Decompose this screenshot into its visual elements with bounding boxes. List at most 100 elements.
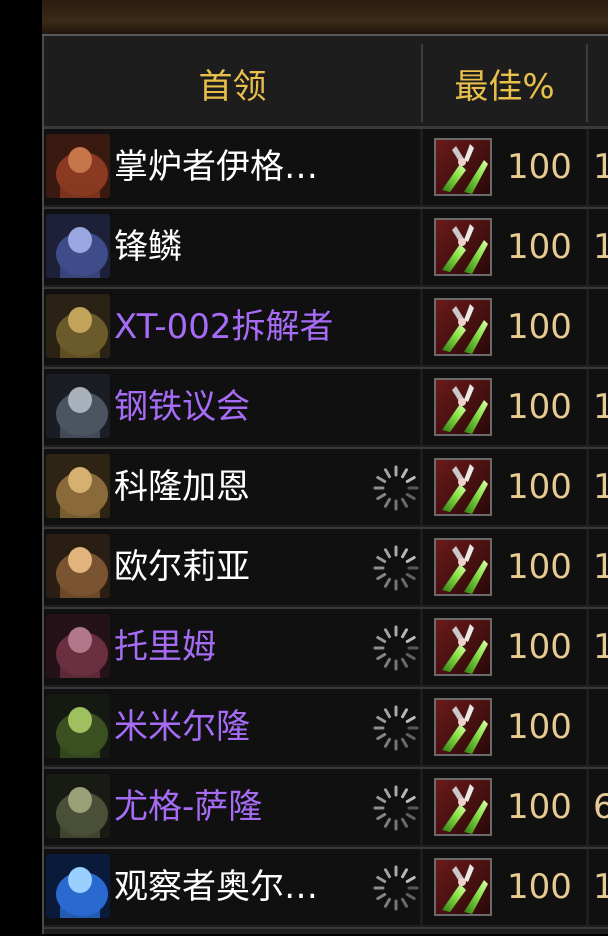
boss-cell[interactable]: 欧尔莉亚 — [44, 529, 420, 605]
boss-name: 锋鳞 — [114, 227, 182, 267]
best-percent-cell[interactable]: 100 — [423, 769, 586, 845]
mimiron-portrait-icon — [46, 694, 110, 758]
table-row[interactable]: 观察者奥尔… 100 1 — [44, 849, 608, 929]
best-percent-value: 100 — [507, 867, 572, 907]
best-percent-value: 100 — [507, 627, 572, 667]
table-row[interactable]: 米米尔隆 100 — [44, 689, 608, 769]
next-column-value: 1 — [593, 547, 608, 587]
best-percent-cell[interactable]: 100 — [423, 449, 586, 525]
kologarn-portrait-icon — [46, 454, 110, 518]
spec-icon — [434, 698, 492, 756]
best-percent-value: 100 — [507, 387, 572, 427]
next-column-value: 1 — [593, 627, 608, 667]
column-header-best-percent[interactable]: 最佳% — [423, 44, 588, 122]
spec-icon — [434, 858, 492, 916]
spec-icon — [434, 618, 492, 676]
best-percent-cell[interactable]: 100 — [423, 129, 586, 205]
boss-name: 观察者奥尔… — [114, 867, 318, 907]
next-column-value: 1 — [593, 147, 608, 187]
best-percent-value: 100 — [507, 227, 572, 267]
best-percent-value: 100 — [507, 707, 572, 747]
next-column-cell: 1 — [589, 609, 608, 685]
boss-cell[interactable]: 托里姆 — [44, 609, 420, 685]
boss-cell[interactable]: 科隆加恩 — [44, 449, 420, 525]
spec-icon — [434, 138, 492, 196]
table-row[interactable]: 钢铁议会 100 1 — [44, 369, 608, 449]
loading-spinner-icon — [373, 465, 419, 511]
table-row[interactable]: 欧尔莉亚 100 1 — [44, 529, 608, 609]
algalon-portrait-icon — [46, 854, 110, 918]
boss-cell[interactable]: XT-002拆解者 — [44, 289, 420, 365]
next-column-value: 1 — [593, 387, 608, 427]
next-column-cell: 1 — [589, 529, 608, 605]
table-row[interactable]: 尤格-萨隆 100 6 — [44, 769, 608, 849]
boss-name: 尤格-萨隆 — [114, 787, 263, 827]
next-column-cell: 1 — [589, 209, 608, 285]
boss-cell[interactable]: 掌炉者伊格… — [44, 129, 420, 205]
best-percent-cell[interactable]: 100 — [423, 289, 586, 365]
loading-spinner-icon — [373, 865, 419, 911]
left-edge — [0, 0, 42, 934]
table-header: 首领 最佳% — [44, 36, 608, 129]
next-column-value: 6 — [593, 787, 608, 827]
boss-cell[interactable]: 钢铁议会 — [44, 369, 420, 445]
next-column-cell: 1 — [589, 129, 608, 205]
column-header-boss[interactable]: 首领 — [44, 44, 423, 122]
best-percent-cell[interactable]: 100 — [423, 209, 586, 285]
next-column-cell: 1 — [589, 449, 608, 525]
thorim-portrait-icon — [46, 614, 110, 678]
boss-name: 托里姆 — [114, 627, 216, 667]
spec-icon — [434, 218, 492, 276]
best-percent-cell[interactable]: 100 — [423, 369, 586, 445]
next-column-cell — [589, 289, 608, 365]
loading-spinner-icon — [373, 705, 419, 751]
next-column-cell: 1 — [589, 369, 608, 445]
next-column-value: 1 — [593, 227, 608, 267]
auriaya-portrait-icon — [46, 534, 110, 598]
loading-spinner-icon — [373, 625, 419, 671]
best-percent-value: 100 — [507, 547, 572, 587]
best-percent-value: 100 — [507, 467, 572, 507]
best-percent-value: 100 — [507, 147, 572, 187]
loading-spinner-icon — [373, 545, 419, 591]
next-column-cell: 6 — [589, 769, 608, 845]
boss-cell[interactable]: 米米尔隆 — [44, 689, 420, 765]
best-percent-value: 100 — [507, 307, 572, 347]
rankings-table: 首领 最佳% 掌炉者伊格… 100 1 锋鳞 100 1 XT-002拆解者 100 钢铁… — [42, 36, 608, 934]
boss-cell[interactable]: 锋鳞 — [44, 209, 420, 285]
spec-icon — [434, 298, 492, 356]
best-percent-cell[interactable]: 100 — [423, 529, 586, 605]
boss-name: 钢铁议会 — [114, 387, 250, 427]
next-column-cell — [589, 689, 608, 765]
best-percent-cell[interactable]: 100 — [423, 609, 586, 685]
next-column-value: 1 — [593, 467, 608, 507]
table-row[interactable]: 科隆加恩 100 1 — [44, 449, 608, 529]
best-percent-value: 100 — [507, 787, 572, 827]
table-row[interactable]: 掌炉者伊格… 100 1 — [44, 129, 608, 209]
spec-icon — [434, 538, 492, 596]
table-row[interactable]: XT-002拆解者 100 — [44, 289, 608, 369]
spec-icon — [434, 378, 492, 436]
best-percent-cell[interactable]: 100 — [423, 689, 586, 765]
razorscale-portrait-icon — [46, 214, 110, 278]
table-row[interactable]: 托里姆 100 1 — [44, 609, 608, 689]
boss-name: 欧尔莉亚 — [114, 547, 250, 587]
boss-name: 米米尔隆 — [114, 707, 250, 747]
boss-cell[interactable]: 尤格-萨隆 — [44, 769, 420, 845]
table-body: 掌炉者伊格… 100 1 锋鳞 100 1 XT-002拆解者 100 钢铁议会 100 1 … — [44, 129, 608, 929]
yogg-saron-portrait-icon — [46, 774, 110, 838]
ignis-portrait-icon — [46, 134, 110, 198]
next-column-cell: 1 — [589, 849, 608, 925]
boss-name: 科隆加恩 — [114, 467, 250, 507]
table-row[interactable]: 锋鳞 100 1 — [44, 209, 608, 289]
top-banner-image — [42, 0, 608, 36]
spec-icon — [434, 778, 492, 836]
boss-name: 掌炉者伊格… — [114, 147, 318, 187]
boss-cell[interactable]: 观察者奥尔… — [44, 849, 420, 925]
best-percent-cell[interactable]: 100 — [423, 849, 586, 925]
boss-name: XT-002拆解者 — [114, 307, 334, 347]
xt002-portrait-icon — [46, 294, 110, 358]
iron-council-portrait-icon — [46, 374, 110, 438]
column-header-next[interactable] — [588, 44, 608, 122]
next-column-value: 1 — [593, 867, 608, 907]
